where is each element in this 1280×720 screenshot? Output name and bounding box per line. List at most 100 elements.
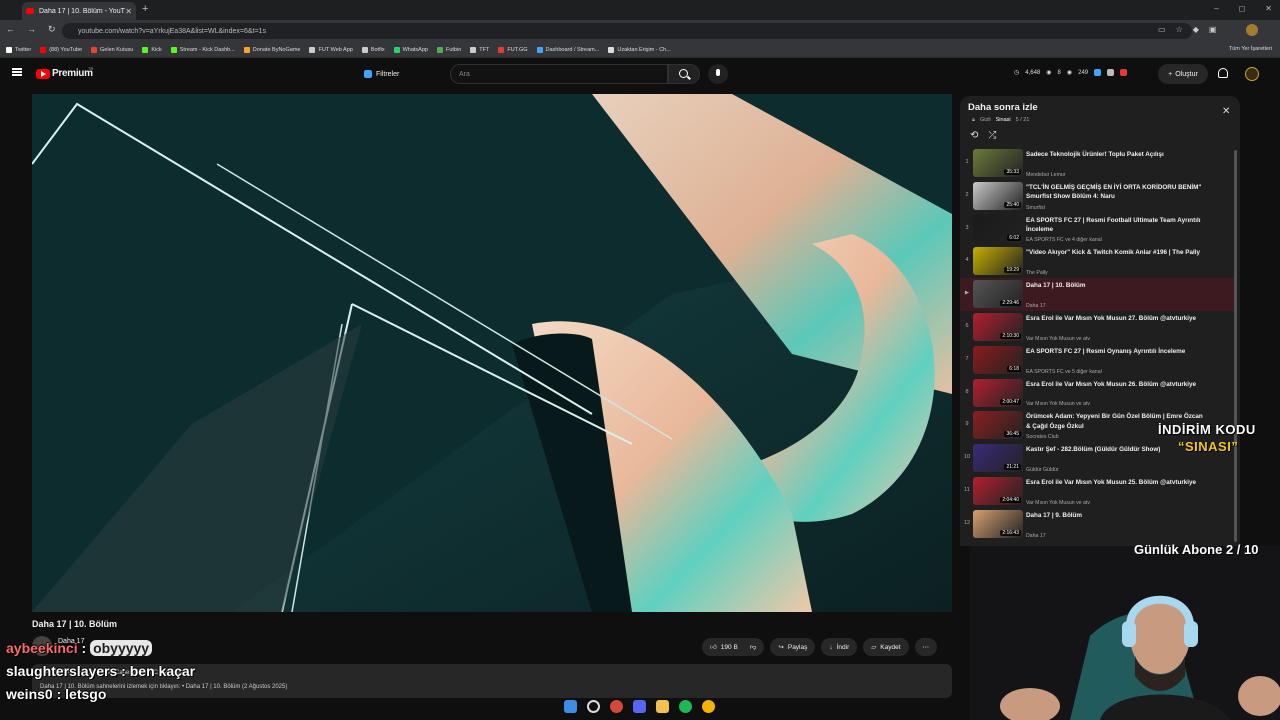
playlist-item-title[interactable]: "TCL'İN GELMİŞ GEÇMİŞ EN İYİ ORTA KORİDO…	[1026, 183, 1206, 202]
youtube-logo-icon[interactable]	[36, 69, 50, 79]
file-explorer-icon[interactable]	[656, 700, 669, 713]
all-bookmarks-link[interactable]: Tüm Yer İşaretleri	[1229, 46, 1272, 52]
browser-profile-avatar[interactable]	[1246, 24, 1258, 36]
bookmark-favicon-icon	[393, 46, 400, 53]
close-window-button[interactable]: ✕	[1265, 4, 1272, 13]
playlist-item[interactable]: ▶ 2:29:46 Daha 17 | 10. Bölüm Daha 17	[960, 278, 1236, 311]
address-bar[interactable]: youtube.com/watch?v=aYrkujEa38A&list=WL&…	[62, 23, 1192, 39]
playlist-item-thumbnail[interactable]: 6:18	[973, 345, 1023, 374]
extension-blue-icon[interactable]	[1094, 69, 1102, 76]
playlist-scrollbar[interactable]	[1234, 150, 1237, 542]
bookmark-item[interactable]: Donate ByNoGame	[243, 46, 300, 53]
hamburger-menu-icon[interactable]	[12, 68, 22, 76]
more-actions-button[interactable]: ⋯	[914, 638, 938, 656]
bookmark-item[interactable]: Uzaktan Erişim - Ch...	[608, 46, 671, 53]
playlist-item-thumbnail[interactable]: 25:40	[973, 181, 1023, 210]
bookmark-item[interactable]: Futbin	[436, 46, 461, 53]
playlist-item-title[interactable]: Esra Erol ile Var Mısın Yok Musun 27. Bö…	[1026, 314, 1206, 324]
playlist-item-title[interactable]: Esra Erol ile Var Mısın Yok Musun 25. Bö…	[1026, 478, 1206, 488]
playlist-item-thumbnail[interactable]: 2:16:43	[973, 509, 1023, 538]
bookmark-item[interactable]: WhatsApp	[393, 46, 428, 53]
account-avatar[interactable]	[1245, 67, 1259, 81]
playlist-item[interactable]: 7 6:18 EA SPORTS FC 27 | Resmi Oynanış Ayr…	[960, 344, 1236, 377]
forward-icon[interactable]: →	[27, 24, 36, 35]
back-icon[interactable]: ←	[6, 24, 15, 35]
filters-button[interactable]: Filtreler	[364, 67, 399, 81]
shuffle-icon[interactable]: ⤮	[988, 130, 996, 141]
video-player[interactable]	[32, 94, 952, 612]
bookmark-item[interactable]: Dashboard / Stream...	[536, 46, 599, 53]
playlist-title[interactable]: Daha sonra izle	[968, 102, 1038, 113]
bookmark-item[interactable]: FUT Web App	[309, 46, 353, 53]
playlist-item-thumbnail[interactable]: 35:33	[973, 149, 1023, 177]
playlist-item[interactable]: 6 2:10:30 Esra Erol ile Var Mısın Yok Musu…	[960, 311, 1236, 344]
save-button[interactable]: ▱ Kaydet	[863, 638, 909, 656]
thumbs-down-icon[interactable]: 👎︎	[750, 643, 757, 651]
obs-icon[interactable]	[610, 700, 623, 713]
bookmark-item[interactable]: Twitter	[6, 46, 31, 53]
playlist-item-title[interactable]: "Video Akıyor" Kick & Twitch Komik Anlar…	[1026, 248, 1206, 258]
playlist-item-title[interactable]: Esra Erol ile Var Mısın Yok Musun 26. Bö…	[1026, 380, 1206, 390]
playlist-owner[interactable]: Sinasi	[996, 117, 1011, 124]
playlist-item-thumbnail[interactable]: 19:29	[973, 247, 1023, 276]
playlist-item-thumbnail[interactable]: 36:45	[973, 411, 1023, 440]
windows-start-icon[interactable]	[564, 700, 577, 713]
chrome-icon[interactable]	[702, 700, 715, 713]
playlist-item[interactable]: 3 6:02 EA SPORTS FC 27 | Resmi Football Ul…	[960, 213, 1236, 246]
discord-icon[interactable]	[633, 700, 646, 713]
spotify-icon[interactable]	[679, 700, 692, 713]
playlist-item-thumbnail[interactable]: 6:02	[973, 214, 1023, 243]
playlist-item[interactable]: 4 19:29 "Video Akıyor" Kick & Twitch Komik…	[960, 245, 1236, 278]
playlist-item-thumbnail[interactable]: 2:04:40	[973, 476, 1023, 505]
playlist-item-duration: 21:21	[1004, 464, 1021, 471]
extensions-puzzle-icon[interactable]: ▣	[1209, 25, 1217, 34]
create-button[interactable]: + Oluştur	[1158, 64, 1208, 84]
playlist-item-title[interactable]: EA SPORTS FC 27 | Resmi Oynanış Ayrıntıl…	[1026, 347, 1206, 357]
voice-search-mic-icon[interactable]	[708, 64, 728, 84]
youtube-brand[interactable]: Premium	[52, 68, 93, 79]
playlist-item-title[interactable]: Daha 17 | 9. Bölüm	[1026, 511, 1206, 521]
playlist-item[interactable]: 2 25:40 "TCL'İN GELMİŞ GEÇMİŞ EN İYİ ORTA …	[960, 180, 1236, 213]
close-tab-icon[interactable]: ✕	[125, 7, 132, 16]
like-button[interactable]: 👍︎ 190 B 👎︎	[702, 638, 765, 656]
bookmark-star-icon[interactable]: ☆	[1176, 25, 1183, 34]
bookmark-label: Uzaktan Erişim - Ch...	[617, 46, 671, 53]
playlist-item-title[interactable]: Daha 17 | 10. Bölüm	[1026, 281, 1206, 291]
playlist-item[interactable]: 1 35:33 Sadece Teknolojik Ürünler! Toplu P…	[960, 147, 1236, 180]
playlist-item[interactable]: 11 2:04:40 Esra Erol ile Var Mısın Yok Mus…	[960, 475, 1236, 508]
bookmark-item[interactable]: FUT.GG	[498, 46, 528, 53]
extension-red-icon[interactable]	[1120, 69, 1128, 76]
share-button[interactable]: ↪ Paylaş	[770, 638, 816, 656]
bookmark-favicon-icon	[91, 46, 98, 53]
playlist-item-thumbnail[interactable]: 2:00:47	[973, 378, 1023, 407]
extension-list-icon[interactable]	[1107, 69, 1115, 76]
playlist-item[interactable]: 12 2:16:43 Daha 17 | 9. Bölüm Daha 17	[960, 508, 1236, 541]
bookmark-item[interactable]: Botfix	[361, 46, 385, 53]
bookmark-item[interactable]: (88) YouTube	[40, 46, 82, 53]
playlist-item-title[interactable]: Sadece Teknolojik Ürünler! Toplu Paket A…	[1026, 150, 1206, 160]
search-button[interactable]	[668, 64, 700, 84]
bookmark-item[interactable]: Stream - Kick Dashb...	[170, 46, 235, 53]
extension-icon[interactable]: ◆	[1193, 25, 1199, 34]
reload-icon[interactable]: ↻	[48, 24, 56, 35]
bookmark-item[interactable]: Gelen Kutusu	[91, 46, 133, 53]
close-playlist-icon[interactable]: ✕	[1222, 106, 1230, 117]
bookmark-item[interactable]: Kick	[142, 46, 162, 53]
playlist-item-thumbnail[interactable]: 2:29:46	[973, 280, 1023, 309]
search-input[interactable]: Ara	[450, 64, 668, 84]
minimize-button[interactable]: –	[1214, 4, 1218, 13]
bookmark-item[interactable]: TFT	[470, 46, 489, 53]
playlist-item[interactable]: 8 2:00:47 Esra Erol ile Var Mısın Yok Musu…	[960, 377, 1236, 410]
maximize-button[interactable]: ◻	[1239, 4, 1246, 13]
loop-icon[interactable]: ⟲	[970, 130, 978, 141]
taskbar-search-icon[interactable]	[587, 700, 600, 713]
playlist-item-thumbnail[interactable]: 21:21	[973, 444, 1023, 473]
download-button[interactable]: ↓ İndir	[821, 638, 858, 656]
playlist-item-thumbnail[interactable]: 2:10:30	[973, 312, 1023, 341]
browser-tab[interactable]: Daha 17 | 10. Bölüm - YouTube ✕	[22, 2, 136, 20]
stat-value-3: 249	[1078, 69, 1089, 76]
new-tab-button[interactable]: +	[142, 3, 148, 15]
cast-icon[interactable]: ▭	[1158, 25, 1166, 34]
playlist-item-title[interactable]: EA SPORTS FC 27 | Resmi Football Ultimat…	[1026, 216, 1206, 235]
notifications-bell-icon[interactable]	[1218, 68, 1228, 78]
